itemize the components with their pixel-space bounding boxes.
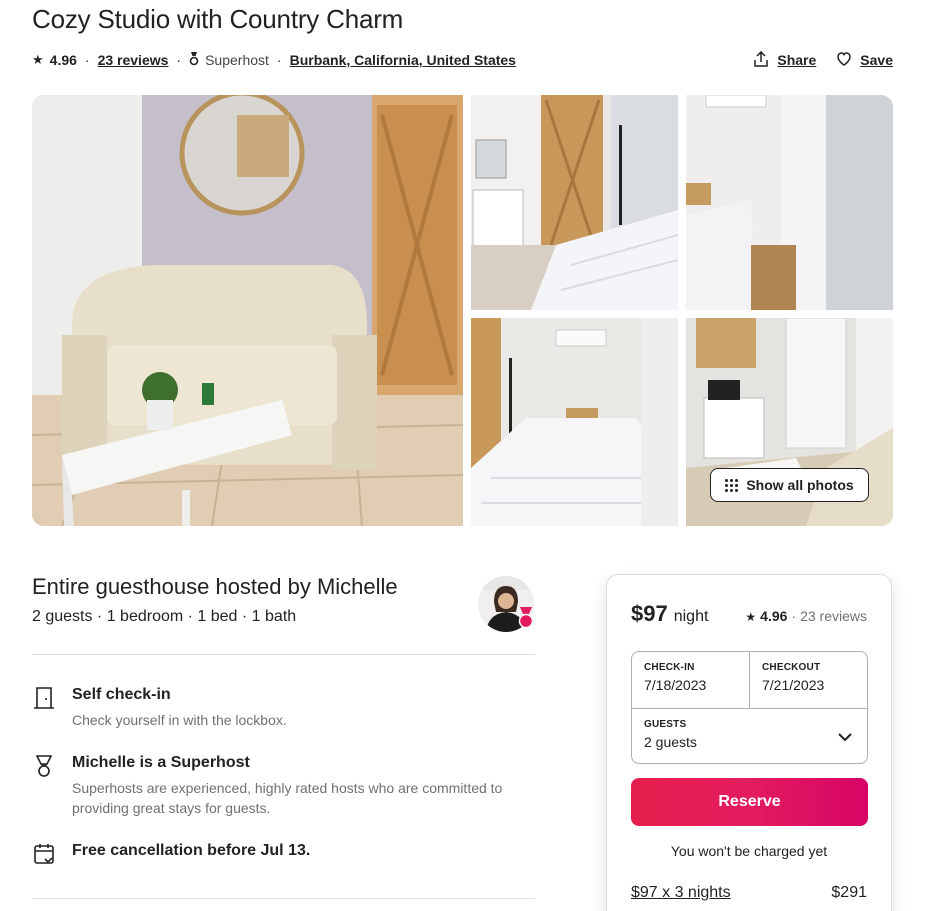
photo-bathroom-bed[interactable] bbox=[471, 95, 678, 310]
photo-gallery bbox=[32, 95, 893, 526]
separator-dot: · bbox=[176, 52, 182, 68]
listing-rating: 4.96 bbox=[49, 52, 77, 68]
save-label: Save bbox=[860, 52, 893, 68]
guests-label: GUESTS bbox=[644, 719, 687, 730]
location-link[interactable]: Burbank, California, United States bbox=[290, 52, 516, 68]
feature-description: Check yourself in with the lockbox. bbox=[72, 712, 287, 728]
checkin-field[interactable]: CHECK-IN 7/18/2023 bbox=[632, 652, 750, 708]
photo-bed-closet[interactable] bbox=[686, 95, 893, 310]
listing-meta-left: ★ 4.96 · 23 reviews · Superhost · Burban… bbox=[32, 51, 516, 69]
checkout-label: CHECKOUT bbox=[762, 662, 821, 673]
share-button[interactable]: Share bbox=[753, 50, 817, 70]
superhost-medal-icon bbox=[32, 754, 56, 778]
heart-icon bbox=[836, 51, 852, 70]
section-divider bbox=[32, 654, 535, 655]
per-night-label: night bbox=[673, 608, 709, 625]
checkin-value: 7/18/2023 bbox=[644, 677, 707, 693]
feature-free-cancellation: Free cancellation before Jul 13. bbox=[32, 842, 532, 868]
price-breakdown-row: $97 x 3 nights $291 bbox=[631, 884, 867, 902]
share-icon bbox=[753, 50, 769, 70]
section-divider bbox=[32, 898, 535, 899]
booking-reviews-link[interactable]: 23 reviews bbox=[800, 608, 867, 624]
guests-dropdown[interactable]: GUESTS 2 guests bbox=[632, 708, 867, 764]
no-charge-note: You won't be charged yet bbox=[670, 843, 828, 859]
feature-self-checkin: Self check-in Check yourself in with the… bbox=[32, 686, 532, 730]
nightly-price: $97 bbox=[631, 601, 668, 626]
calendar-icon bbox=[32, 842, 56, 866]
price-breakdown-value: $291 bbox=[831, 884, 867, 901]
reviews-link[interactable]: 23 reviews bbox=[98, 52, 169, 68]
separator-dot: · bbox=[276, 52, 282, 68]
superhost-badge-icon bbox=[517, 607, 535, 629]
price-breakdown-link[interactable]: $97 x 3 nights bbox=[631, 884, 731, 902]
listing-summary: 2 guests · 1 bedroom · 1 bed · 1 bath bbox=[32, 608, 297, 625]
feature-title: Self check-in bbox=[72, 686, 171, 703]
superhost-label: Superhost bbox=[205, 52, 269, 68]
booking-rating: ★ 4.96 · 23 reviews bbox=[745, 608, 867, 624]
superhost-medal-icon bbox=[189, 51, 199, 69]
booking-rating-value: 4.96 bbox=[760, 608, 788, 624]
price-row: $97 night ★ 4.96 · 23 reviews bbox=[631, 601, 867, 627]
feature-title: Michelle is a Superhost bbox=[72, 754, 250, 771]
chevron-down-icon bbox=[837, 729, 853, 745]
guests-value: 2 guests bbox=[644, 734, 697, 750]
host-heading: Entire guesthouse hosted by Michelle bbox=[32, 574, 398, 599]
checkout-field[interactable]: CHECKOUT 7/21/2023 bbox=[750, 652, 868, 708]
reserve-button[interactable]: Reserve bbox=[631, 778, 868, 826]
star-icon: ★ bbox=[32, 52, 44, 67]
listing-actions: Share Save bbox=[753, 50, 893, 70]
listing-title: Cozy Studio with Country Charm bbox=[32, 4, 404, 34]
door-icon bbox=[32, 686, 56, 710]
save-button[interactable]: Save bbox=[836, 51, 893, 70]
booking-card: $97 night ★ 4.96 · 23 reviews CHECK-IN 7… bbox=[606, 574, 892, 911]
checkin-label: CHECK-IN bbox=[644, 662, 695, 673]
share-label: Share bbox=[777, 52, 817, 68]
separator-dot: · bbox=[791, 608, 797, 624]
show-all-photos-label: Show all photos bbox=[746, 477, 854, 493]
checkout-value: 7/21/2023 bbox=[762, 677, 825, 693]
feature-title: Free cancellation before Jul 13. bbox=[72, 842, 311, 859]
photo-living-room[interactable] bbox=[32, 95, 463, 526]
star-icon: ★ bbox=[745, 610, 757, 624]
separator-dot: · bbox=[84, 52, 90, 68]
feature-description: Superhosts are experienced, highly rated… bbox=[72, 780, 503, 816]
listing-meta-row: ★ 4.96 · 23 reviews · Superhost · Burban… bbox=[32, 50, 893, 70]
date-guest-picker: CHECK-IN 7/18/2023 CHECKOUT 7/21/2023 GU… bbox=[631, 651, 868, 764]
show-all-photos-button[interactable]: Show all photos bbox=[710, 468, 869, 502]
feature-superhost: Michelle is a Superhost Superhosts are e… bbox=[32, 754, 532, 820]
grid-icon bbox=[725, 478, 739, 492]
photo-bedroom[interactable] bbox=[471, 318, 678, 526]
